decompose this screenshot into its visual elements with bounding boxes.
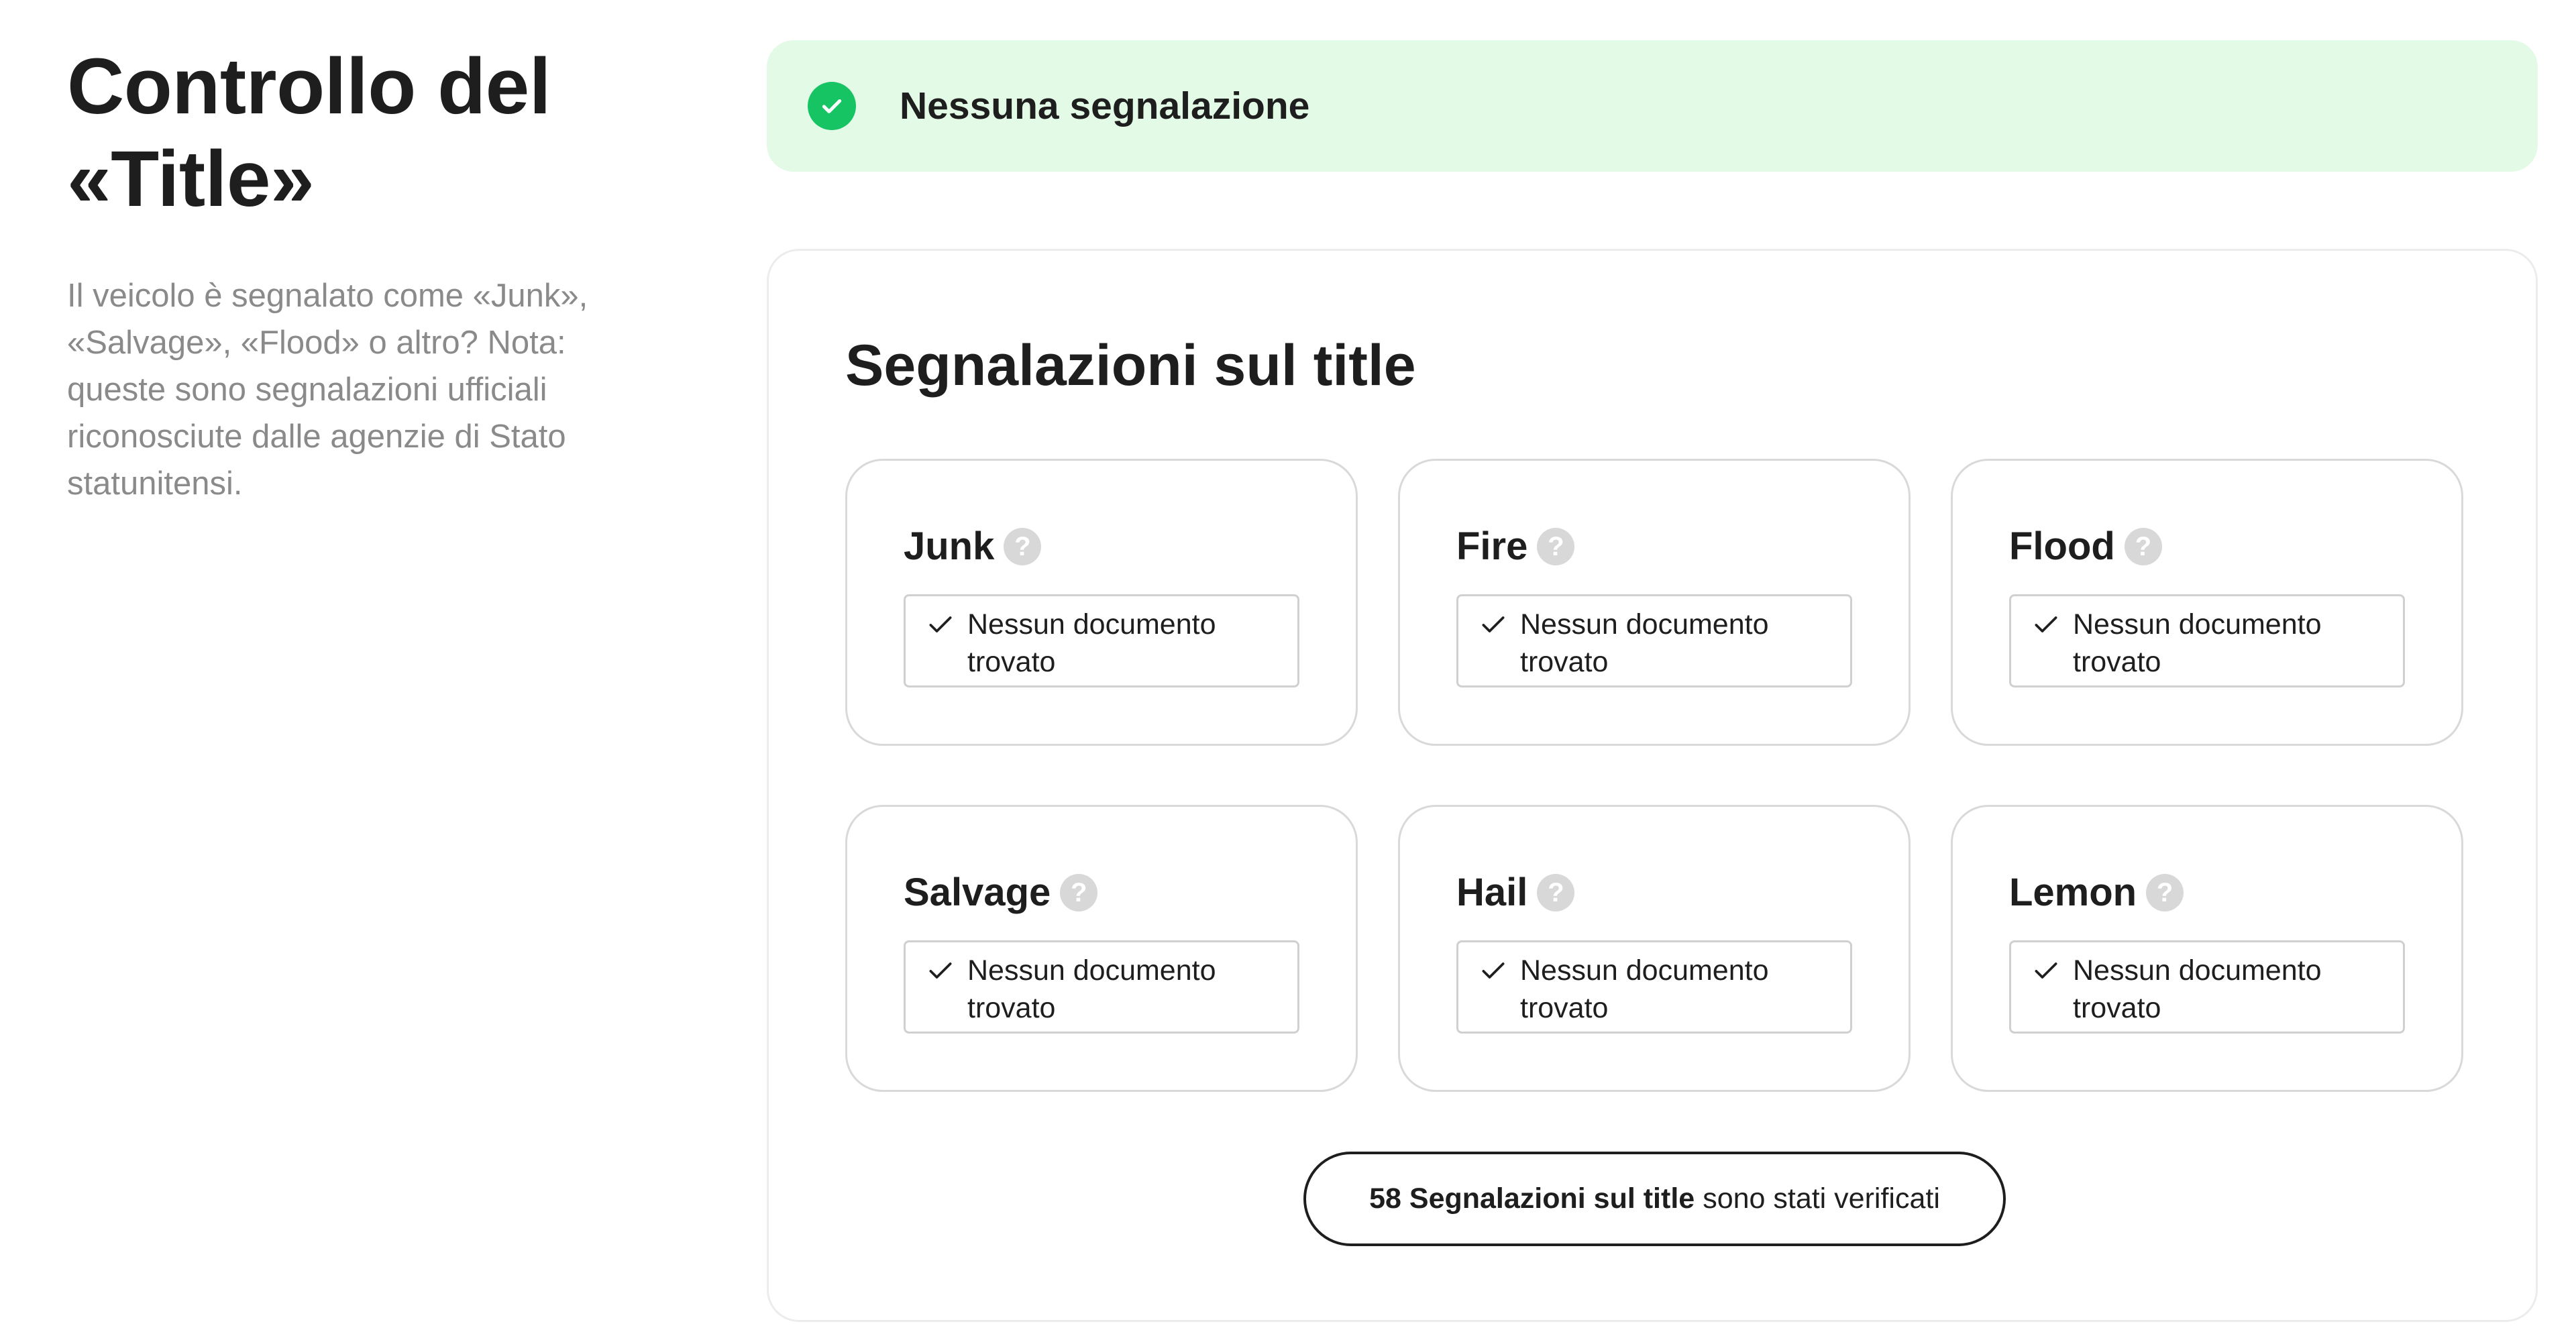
check-icon — [1482, 962, 1505, 979]
document-status-text: Nessun documento trovato — [1520, 608, 1769, 678]
help-icon[interactable]: ? — [2146, 874, 2184, 911]
summary-text: sono stati verificati — [1703, 1182, 1940, 1215]
verified-flags-summary-button[interactable]: 58 Segnalazioni sul title sono stati ver… — [1303, 1152, 2006, 1246]
status-text: Nessuna segnalazione — [900, 85, 1310, 127]
flag-card-title: Hail — [1456, 871, 1528, 914]
summary-count: 58 Segnalazioni sul title — [1369, 1182, 1695, 1215]
flag-card-title: Lemon — [2009, 871, 2137, 914]
check-circle-icon — [808, 82, 856, 130]
page-title: Controllo del «Title» — [67, 42, 551, 223]
intro-section: Controllo del «Title» Il veicolo è segna… — [67, 40, 657, 507]
title-flags-panel: Segnalazioni sul title Junk ? Nessun doc… — [767, 249, 2538, 1322]
status-banner: Nessuna segnalazione — [767, 40, 2538, 172]
help-icon[interactable]: ? — [2124, 528, 2162, 565]
document-status-text: Nessun documento trovato — [2073, 954, 2322, 1024]
flag-card-fire: Fire ? Nessun documento trovato — [1398, 459, 1911, 746]
help-icon[interactable]: ? — [1537, 528, 1575, 565]
document-status: Nessun documento trovato — [904, 940, 1299, 1034]
help-icon[interactable]: ? — [1060, 874, 1098, 911]
flag-card-flood: Flood ? Nessun documento trovato — [1951, 459, 2463, 746]
check-icon — [929, 962, 952, 979]
flag-card-lemon: Lemon ? Nessun documento trovato — [1951, 805, 2463, 1092]
flag-card-junk: Junk ? Nessun documento trovato — [845, 459, 1358, 746]
document-status: Nessun documento trovato — [904, 594, 1299, 687]
document-status-text: Nessun documento trovato — [967, 954, 1216, 1024]
panel-title: Segnalazioni sul title — [845, 333, 1416, 398]
check-icon — [1482, 616, 1505, 632]
flag-card-title: Flood — [2009, 524, 2115, 568]
document-status-text: Nessun documento trovato — [2073, 608, 2322, 678]
check-icon — [2035, 962, 2057, 979]
check-icon — [929, 616, 952, 632]
help-icon[interactable]: ? — [1537, 874, 1575, 911]
check-icon — [2035, 616, 2057, 632]
document-status: Nessun documento trovato — [2009, 594, 2405, 687]
flag-card-title: Salvage — [904, 871, 1051, 914]
flag-card-hail: Hail ? Nessun documento trovato — [1398, 805, 1911, 1092]
flag-card-title: Fire — [1456, 524, 1528, 568]
document-status: Nessun documento trovato — [1456, 594, 1852, 687]
document-status: Nessun documento trovato — [1456, 940, 1852, 1034]
page-description: Il veicolo è segnalato come «Junk», «Sal… — [67, 278, 588, 502]
document-status: Nessun documento trovato — [2009, 940, 2405, 1034]
flag-card-title: Junk — [904, 524, 995, 568]
flag-card-salvage: Salvage ? Nessun documento trovato — [845, 805, 1358, 1092]
document-status-text: Nessun documento trovato — [1520, 954, 1769, 1024]
help-icon[interactable]: ? — [1004, 528, 1042, 565]
document-status-text: Nessun documento trovato — [967, 608, 1216, 678]
